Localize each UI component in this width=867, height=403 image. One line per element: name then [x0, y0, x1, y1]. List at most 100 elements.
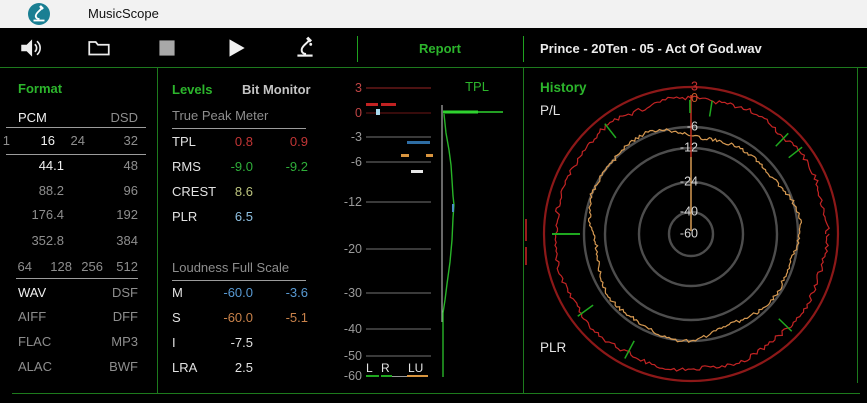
stop-icon [154, 35, 180, 61]
format-cell: PCM [18, 110, 47, 125]
meter-mark [407, 141, 430, 144]
meter-tick-label: -20 [344, 242, 362, 256]
levels-row-label: LRA [172, 360, 197, 375]
format-cell: 24 [49, 133, 85, 148]
meter-mark [381, 103, 396, 106]
format-row: 1162432 [0, 133, 157, 149]
history-panel-title: History [540, 80, 587, 95]
level-meter: 30-3-6-12-20-30-40-50-60LRLU [320, 68, 437, 393]
levels-row: M-60.0-3.6 [158, 285, 323, 301]
meter-channel-segment [366, 375, 379, 377]
levels-row-label: I [172, 335, 176, 350]
format-cell: 48 [93, 158, 138, 173]
history-db-label: -24 [680, 175, 698, 189]
format-rule [16, 278, 138, 279]
history-db-label: -60 [680, 227, 698, 241]
levels-row-label: S [172, 310, 181, 325]
open-file-button[interactable] [86, 35, 112, 61]
format-cell: 192 [93, 207, 138, 222]
meter-channel-segment [407, 375, 428, 377]
levels-row-label: RMS [172, 159, 201, 174]
meter-tick-label: -3 [351, 130, 362, 144]
history-plr-label: PLR [540, 340, 567, 355]
meter-mark [376, 109, 380, 115]
report-button[interactable]: Report [357, 41, 523, 56]
format-panel: Format PCMDSD 1162432 44.148 88.296 176.4192… [0, 68, 157, 393]
format-cell: FLAC [18, 334, 51, 349]
levels-row: I -7.5 [158, 335, 323, 351]
panel-divider [857, 68, 858, 383]
tpl-curve [443, 114, 454, 377]
format-cell: AIFF [18, 309, 46, 324]
levels-value: 2.5 [210, 360, 253, 375]
content-area: Format PCMDSD 1162432 44.148 88.296 176.4192… [0, 68, 867, 403]
format-cell: ALAC [18, 359, 52, 374]
meter-channel-label: R [381, 361, 390, 375]
format-cell: DFF [93, 309, 138, 324]
meter-channel-label: L [366, 361, 373, 375]
format-cell: 512 [102, 259, 138, 274]
window-title: MusicScope [88, 6, 159, 21]
meter-mark [392, 376, 407, 377]
levels-rule [172, 280, 306, 281]
history-db-label: -6 [687, 120, 698, 134]
levels-value: -7.5 [210, 335, 253, 350]
history-event-tick [710, 101, 713, 117]
history-db-label: -12 [680, 141, 698, 155]
format-cell: 352.8 [14, 233, 64, 248]
format-cell: 96 [93, 183, 138, 198]
meter-tick-label: -40 [344, 322, 362, 336]
history-polar-display: 30-6-12-24-40-60HistoryP/LPLR [524, 68, 857, 393]
meter-tick-label: -30 [344, 286, 362, 300]
levels-row: RMS-9.0-9.2 [158, 159, 323, 175]
history-db-label: -40 [680, 205, 698, 219]
meter-channel-label: LU [408, 361, 423, 375]
format-row: AIFF DFF [0, 309, 157, 325]
meter-tick-label: 3 [355, 81, 362, 95]
play-button[interactable] [223, 35, 249, 61]
musicscope-logo-icon [27, 2, 51, 26]
levels-panel: Levels Bit Monitor True Peak MeterTPL0.8… [158, 68, 323, 393]
toolbar: Report Prince - 20Ten - 05 - Act Of God.… [0, 28, 867, 67]
format-row: 44.148 [0, 158, 157, 174]
format-row: PCMDSD [0, 110, 157, 126]
levels-row: PLR6.5 [158, 209, 323, 225]
levels-value: 8.6 [210, 184, 253, 199]
meter-tick-label: 0 [355, 106, 362, 120]
bottom-border [12, 393, 860, 394]
levels-row: CREST8.6 [158, 184, 323, 200]
tab-bit-monitor[interactable]: Bit Monitor [242, 82, 311, 97]
levels-value: -60.0 [210, 285, 253, 300]
stop-button[interactable] [154, 35, 180, 61]
levels-rule [172, 128, 306, 129]
format-row: 176.4192 [0, 207, 157, 223]
format-row: 88.296 [0, 183, 157, 199]
filename-display: Prince - 20Ten - 05 - Act Of God.wav [540, 41, 762, 56]
volume-button[interactable] [18, 35, 44, 61]
tpl-title: TPL [465, 79, 489, 94]
history-event-tick [625, 341, 634, 359]
folder-icon [86, 35, 112, 61]
tab-levels[interactable]: Levels [172, 82, 212, 97]
levels-section-title: True Peak Meter [172, 108, 268, 123]
levels-section-title: Loudness Full Scale [172, 260, 289, 275]
levels-value: -9.0 [210, 159, 253, 174]
meter-mark [426, 154, 433, 157]
format-cell: MP3 [93, 334, 138, 349]
format-row: FLAC MP3 [0, 334, 157, 350]
history-db-label: 0 [691, 91, 698, 105]
format-cell: 256 [67, 259, 103, 274]
format-row: 352.8384 [0, 233, 157, 249]
format-row: WAVDSF [0, 285, 157, 301]
format-row: 64128256512 [0, 259, 157, 275]
format-panel-title: Format [18, 81, 62, 96]
meter-channel-segment [381, 375, 392, 377]
meter-tick-label: -12 [344, 195, 362, 209]
levels-value: -3.6 [264, 285, 308, 300]
window-titlebar[interactable]: MusicScope [0, 0, 867, 28]
levels-row-label: TPL [172, 134, 196, 149]
analyze-button[interactable] [292, 35, 318, 61]
format-cell: DSF [93, 285, 138, 300]
levels-row-label: PLR [172, 209, 197, 224]
levels-row: LRA 2.5 [158, 360, 323, 376]
